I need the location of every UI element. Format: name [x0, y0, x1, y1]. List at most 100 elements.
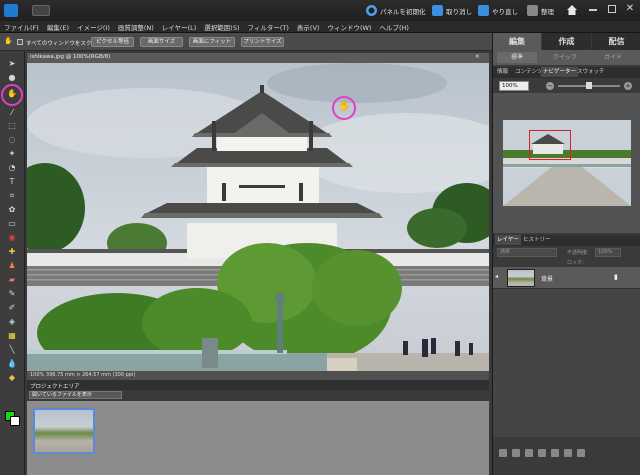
- paint-bucket-tool-icon[interactable]: ◈: [5, 317, 19, 327]
- red-eye-tool-icon[interactable]: ◉: [5, 233, 19, 243]
- brush-tool-icon[interactable]: ✎: [5, 289, 19, 299]
- crop-tool-icon[interactable]: ⌗: [5, 191, 19, 201]
- zoom-input[interactable]: 100%: [499, 81, 529, 91]
- move-tool-icon[interactable]: ➤: [5, 59, 19, 69]
- subtab-quick[interactable]: クイック: [545, 52, 585, 63]
- menu-enhance[interactable]: 画質調整(N): [114, 21, 158, 32]
- type-tool-icon[interactable]: T: [5, 177, 19, 187]
- menu-help[interactable]: ヘルプ(H): [375, 21, 412, 32]
- project-thumbnail[interactable]: [33, 408, 95, 454]
- home-icon: [567, 5, 577, 15]
- refresh-icon: [366, 5, 377, 16]
- tab-contents[interactable]: コンテンツ: [513, 67, 545, 77]
- tab-edit[interactable]: 編集: [493, 33, 541, 50]
- lock-all-icon[interactable]: [551, 449, 559, 457]
- opacity-input[interactable]: 100%: [595, 248, 621, 257]
- trash-icon[interactable]: [577, 449, 585, 457]
- lasso-tool-icon[interactable]: ◌: [5, 135, 19, 145]
- undo-button[interactable]: 取り消し: [432, 4, 472, 17]
- menu-file[interactable]: ファイル(F): [0, 21, 43, 32]
- navigator-view-box[interactable]: [529, 130, 571, 160]
- straighten-tool-icon[interactable]: ▭: [5, 219, 19, 229]
- zoom-out-icon[interactable]: −: [546, 82, 554, 90]
- panel-bin: 編集 作成 配信 標準 クイック ガイド 情報 コンテンツ ナビゲーター スウォ…: [492, 33, 640, 475]
- maximize-button[interactable]: [608, 5, 616, 13]
- scroll-all-checkbox[interactable]: [17, 39, 23, 45]
- document-tab-label: ishikawa.jpg @ 100%(RGB/8): [30, 54, 111, 60]
- window-mode-menu[interactable]: [32, 5, 50, 16]
- subtab-standard[interactable]: 標準: [497, 52, 537, 63]
- project-bin: [27, 401, 489, 475]
- menu-select[interactable]: 選択範囲(S): [200, 21, 243, 32]
- organize-button[interactable]: 整理: [527, 4, 554, 17]
- redo-button[interactable]: やり直し: [478, 4, 518, 17]
- organizer-icon: [527, 5, 538, 16]
- menu-filter[interactable]: フィルター(T): [244, 21, 293, 32]
- tab-share[interactable]: 配信: [592, 33, 640, 50]
- magic-wand-tool-icon[interactable]: ✦: [5, 149, 19, 159]
- actual-pixels-button[interactable]: ピクセル等倍: [91, 37, 134, 47]
- zoom-slider-handle[interactable]: [586, 82, 592, 89]
- hand-tool-icon[interactable]: ✋: [5, 89, 19, 99]
- castle-photo: [27, 63, 489, 371]
- document-close-icon[interactable]: ✕: [475, 54, 480, 60]
- document-tab[interactable]: ishikawa.jpg @ 100%(RGB/8) ✕: [27, 53, 489, 63]
- project-bin-title: プロジェクトエリア: [30, 384, 80, 390]
- blend-mode-dropdown[interactable]: 通常: [497, 248, 557, 257]
- eyedropper-tool-icon[interactable]: ⁄: [5, 108, 19, 118]
- visibility-eye-icon[interactable]: ◂: [495, 273, 503, 281]
- layer-name: 背景: [541, 276, 554, 283]
- menu-bar: ファイル(F) 編集(E) イメージ(I) 画質調整(N) レイヤー(L) 選択範囲(S)…: [0, 21, 640, 33]
- background-color-swatch[interactable]: [10, 416, 20, 426]
- tab-swatches[interactable]: スウォッチ: [575, 67, 607, 77]
- minimize-button[interactable]: [589, 9, 597, 11]
- menu-layer[interactable]: レイヤー(L): [158, 21, 201, 32]
- subtab-guide[interactable]: ガイド: [593, 52, 633, 63]
- home-button[interactable]: [566, 4, 578, 16]
- cookie-cutter-tool-icon[interactable]: ✿: [5, 205, 19, 215]
- reset-panels-button[interactable]: パネルを初期化: [366, 4, 426, 17]
- healing-brush-tool-icon[interactable]: ✚: [5, 247, 19, 257]
- adjustment-layer-icon[interactable]: [512, 449, 520, 457]
- toolbox: ➤ ● ✋ ⁄ ⬚ ◌ ✦ ◔ T ⌗ ✿ ▭ ◉ ✚ ♟ ▰ ✎ ✐ ◈ ▦ …: [0, 51, 25, 475]
- lock-transparency-icon[interactable]: [564, 449, 572, 457]
- tab-info[interactable]: 情報: [495, 67, 510, 77]
- print-size-button[interactable]: プリントサイズ: [241, 37, 284, 47]
- project-bin-dropdown[interactable]: 開いているファイルを表示: [29, 391, 122, 399]
- tool-preset-icon[interactable]: ✋: [4, 37, 13, 46]
- menu-image[interactable]: イメージ(I): [73, 21, 114, 32]
- fit-screen-button[interactable]: 画面サイズ: [140, 37, 183, 47]
- menu-window[interactable]: ウィンドウ(W): [323, 21, 375, 32]
- tool-options-bar: ✋ すべてのウィンドウをスクロール ピクセル等倍 画面サイズ 画面にフィット プ…: [0, 33, 492, 51]
- layers-bottom-toolbar: [499, 449, 639, 459]
- tab-history[interactable]: ヒストリー: [521, 235, 553, 245]
- smart-brush-tool-icon[interactable]: ✐: [5, 303, 19, 313]
- tab-navigator[interactable]: ナビゲーター: [541, 67, 579, 77]
- close-button[interactable]: ✕: [624, 3, 636, 15]
- menu-edit[interactable]: 編集(E): [43, 21, 73, 32]
- zoom-in-icon[interactable]: +: [624, 82, 632, 90]
- link-icon[interactable]: [538, 449, 546, 457]
- navigator-preview[interactable]: [503, 120, 631, 206]
- fill-screen-button[interactable]: 画面にフィット: [189, 37, 235, 47]
- zoom-tool-icon[interactable]: ●: [5, 73, 19, 83]
- gradient-tool-icon[interactable]: ▦: [5, 331, 19, 341]
- new-layer-icon[interactable]: [499, 449, 507, 457]
- image-canvas[interactable]: ✋: [27, 63, 489, 371]
- quick-selection-tool-icon[interactable]: ◔: [5, 163, 19, 173]
- title-bar: パネルを初期化 取り消し やり直し 整理 ✕: [0, 0, 640, 21]
- sponge-tool-icon[interactable]: ◆: [5, 373, 19, 383]
- tab-layers[interactable]: レイヤー: [495, 235, 521, 245]
- layer-row[interactable]: ◂ 背景 ▮: [493, 267, 640, 289]
- tab-create[interactable]: 作成: [542, 33, 591, 50]
- mask-icon[interactable]: [525, 449, 533, 457]
- status-text: 100% 396.75 mm × 264.57 mm (300 ppi): [30, 372, 136, 378]
- navigator-tabs: 情報 コンテンツ ナビゲーター スウォッチ: [493, 67, 640, 78]
- blur-tool-icon[interactable]: 💧: [5, 359, 19, 369]
- shape-tool-icon[interactable]: ╲: [5, 345, 19, 355]
- menu-view[interactable]: 表示(V): [293, 21, 324, 32]
- status-bar: 100% 396.75 mm × 264.57 mm (300 ppi): [27, 371, 489, 380]
- marquee-tool-icon[interactable]: ⬚: [5, 121, 19, 131]
- clone-stamp-tool-icon[interactable]: ♟: [5, 261, 19, 271]
- eraser-tool-icon[interactable]: ▰: [5, 275, 19, 285]
